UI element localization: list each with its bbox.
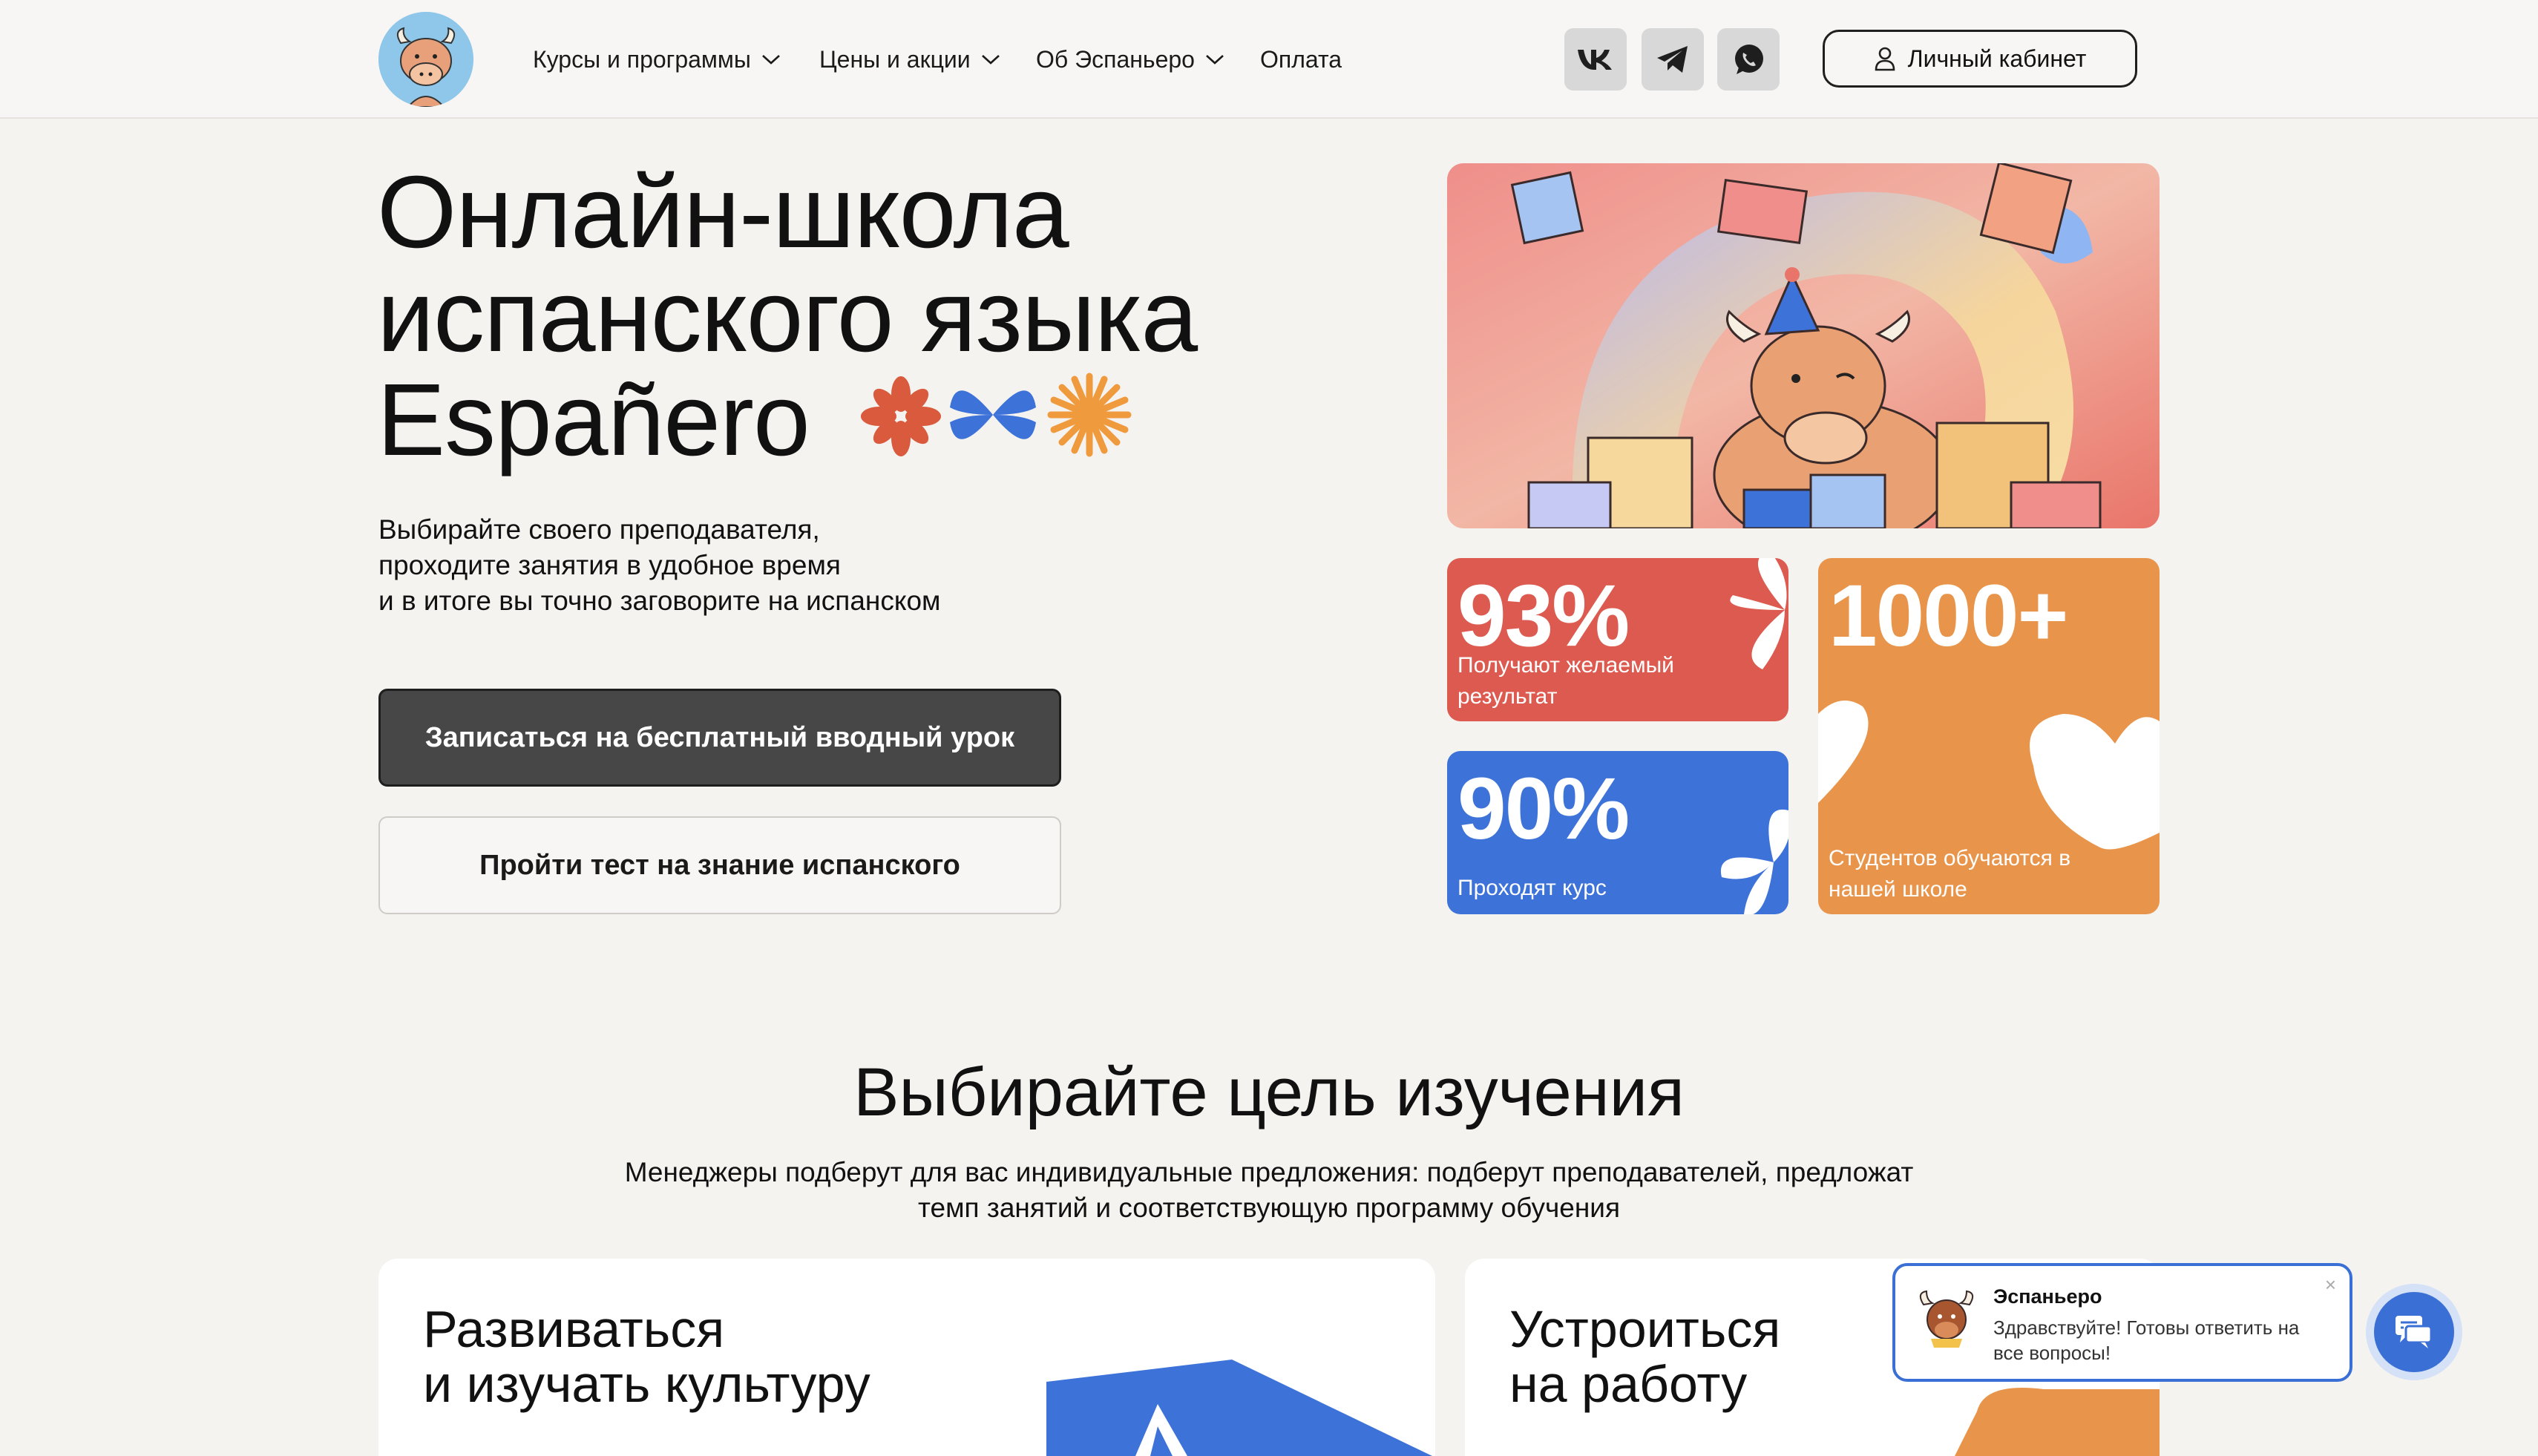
- chat-open-button[interactable]: [2366, 1284, 2462, 1380]
- chevron-down-icon: [1206, 55, 1224, 65]
- goal-card-title: Устроиться на работу: [1509, 1302, 1780, 1411]
- hero-title: Онлайн-школа испанского языка Españero: [377, 155, 1198, 472]
- flower-decor-icon: [1730, 558, 1787, 669]
- stat-label-line: Получают желаемый: [1457, 653, 1674, 678]
- site-header: Курсы и программы Цены и акции Об Эспань…: [0, 0, 2538, 119]
- section-title: Выбирайте цель изучения: [853, 1055, 1685, 1130]
- stat-value: 90%: [1457, 760, 1630, 858]
- hero-subtitle-line: и в итоге вы точно заговорите на испанск…: [378, 586, 941, 616]
- stat-label-line: Проходят курс: [1457, 876, 1607, 900]
- stat-label: Получают желаемый результат: [1457, 650, 1674, 712]
- hero-title-line: Онлайн-школа: [377, 155, 1069, 269]
- hero-subtitle: Выбирайте своего преподавателя, проходит…: [378, 512, 940, 619]
- culture-illustration-icon: [1046, 1360, 1432, 1456]
- hero-title-line: испанского языка: [377, 259, 1198, 373]
- hero-subtitle-line: Выбирайте своего преподавателя,: [378, 514, 820, 545]
- close-icon[interactable]: ×: [2325, 1273, 2336, 1296]
- nav-prices-label: Цены и акции: [819, 45, 971, 73]
- nav-prices[interactable]: Цены и акции: [819, 42, 1000, 77]
- section-subtitle: Менеджеры подберут для вас индивидуальны…: [0, 1155, 2538, 1226]
- stat-card-result: 93% Получают желаемый результат: [1447, 558, 1788, 721]
- job-illustration-icon: [1955, 1388, 2160, 1456]
- section-subtitle-line: темп занятий и соответствующую программу…: [918, 1193, 1620, 1223]
- chat-icon: [2396, 1316, 2433, 1348]
- free-lesson-button[interactable]: Записаться на бесплатный вводный урок: [378, 689, 1061, 787]
- section-subtitle-line: Менеджеры подберут для вас индивидуальны…: [624, 1157, 1914, 1187]
- stat-value: 93%: [1457, 567, 1630, 665]
- nav-about-label: Об Эспаньеро: [1036, 45, 1195, 73]
- chat-popup[interactable]: Эспаньеро Здравствуйте! Готовы ответить …: [1892, 1263, 2352, 1382]
- hero-subtitle-line: проходите занятия в удобное время: [378, 550, 841, 580]
- hero-title-line: Españero: [377, 368, 1197, 472]
- whatsapp-icon[interactable]: [1717, 28, 1780, 91]
- goal-card-title-line: и изучать культуру: [423, 1355, 870, 1413]
- goal-card-title-line: на работу: [1509, 1355, 1748, 1413]
- personal-account-button[interactable]: Личный кабинет: [1823, 30, 2137, 88]
- logo-bull-icon[interactable]: [378, 12, 473, 107]
- bull-avatar-icon: [1919, 1290, 1974, 1348]
- nav-payment[interactable]: Оплата: [1260, 42, 1342, 77]
- chevron-down-icon: [762, 55, 780, 65]
- nav-courses[interactable]: Курсы и программы: [533, 42, 781, 77]
- nav-payment-label: Оплата: [1260, 45, 1342, 73]
- hero-illustration: [1447, 163, 2160, 528]
- user-icon: [1875, 47, 1895, 71]
- chat-sender-name: Эспаньеро: [1993, 1285, 2102, 1308]
- goal-card-title-line: Развиваться: [423, 1300, 725, 1358]
- stat-label: Студентов обучаются в нашей школе: [1829, 843, 2070, 905]
- chat-button-inner: [2374, 1292, 2454, 1372]
- stat-label-line: результат: [1457, 684, 1558, 709]
- vk-icon[interactable]: [1564, 28, 1627, 91]
- stat-label-line: Студентов обучаются в: [1829, 846, 2071, 870]
- goal-card-title-line: Устроиться: [1509, 1300, 1781, 1358]
- stat-value: 1000+: [1829, 567, 2068, 665]
- hero-title-brand: Españero: [377, 363, 810, 477]
- stat-card-completion: 90% Проходят курс: [1447, 751, 1788, 914]
- goal-card-title: Развиваться и изучать культуру: [423, 1302, 870, 1411]
- nav-courses-label: Курсы и программы: [533, 45, 751, 73]
- stat-card-students: 1000+ Студентов обучаются в нашей школе: [1818, 558, 2160, 914]
- pinwheel-decor-icon: [1720, 809, 1788, 914]
- personal-account-label: Личный кабинет: [1907, 45, 2087, 72]
- stat-label-line: нашей школе: [1829, 877, 1967, 902]
- flowers-decor-icon: [861, 373, 1132, 457]
- stat-label: Проходят курс: [1457, 873, 1607, 904]
- nav-about[interactable]: Об Эспаньеро: [1036, 42, 1224, 77]
- goal-card-culture[interactable]: Развиваться и изучать культуру: [378, 1259, 1435, 1456]
- telegram-icon[interactable]: [1642, 28, 1704, 91]
- spanish-test-button[interactable]: Пройти тест на знание испанского: [378, 816, 1061, 914]
- chevron-down-icon: [981, 55, 1000, 65]
- chat-message: Здравствуйте! Готовы ответить на все воп…: [1993, 1316, 2300, 1364]
